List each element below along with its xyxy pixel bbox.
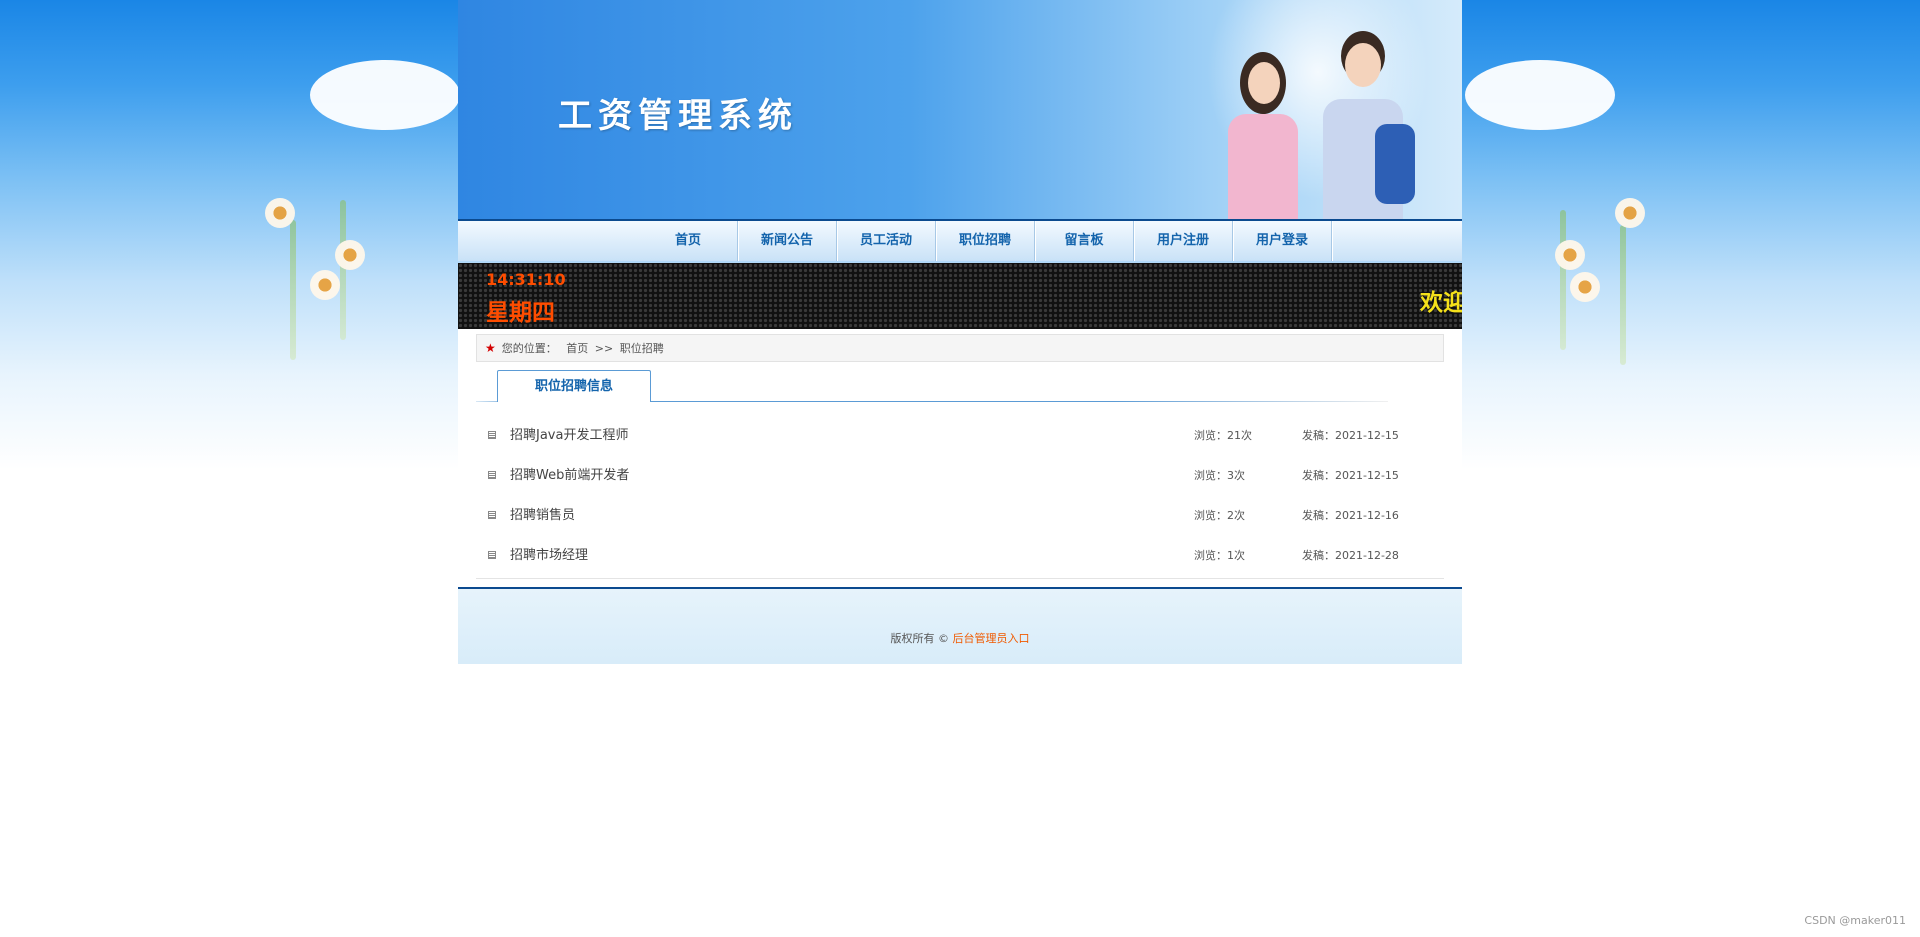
flower-decoration xyxy=(335,240,365,270)
nav-item-activities[interactable]: 员工活动 xyxy=(837,221,936,261)
post-date: 发稿：2021-12-16 xyxy=(1302,509,1399,522)
nav-item-news[interactable]: 新闻公告 xyxy=(738,221,837,261)
list-item[interactable]: 招聘市场经理 浏览：1次 发稿：2021-12-28 xyxy=(476,536,1444,576)
leaf-decoration xyxy=(1620,225,1626,365)
watermark: CSDN @maker011 xyxy=(1804,914,1906,927)
footer: 版权所有 © 后台管理员入口 xyxy=(458,587,1462,664)
leaf-decoration xyxy=(1560,210,1566,350)
document-icon xyxy=(488,511,496,519)
student-boy-illustration xyxy=(1313,29,1415,219)
page-container: 工资管理系统 首页 新闻公告 员工活动 职位招聘 留言板 用户注册 用户登录 1… xyxy=(458,0,1462,664)
cloud-decoration xyxy=(1465,60,1615,130)
cloud-decoration xyxy=(310,60,460,130)
breadcrumb-home-link[interactable]: 首页 xyxy=(566,342,588,355)
list-item[interactable]: 招聘销售员 浏览：2次 发稿：2021-12-16 xyxy=(476,496,1444,536)
job-list: 招聘Java开发工程师 浏览：21次 发稿：2021-12-15 招聘Web前端… xyxy=(476,416,1444,576)
student-girl-illustration xyxy=(1218,44,1308,219)
flower-decoration xyxy=(1570,272,1600,302)
star-icon: ★ xyxy=(485,341,496,355)
view-count: 浏览：21次 xyxy=(1194,429,1252,442)
job-title-link[interactable]: 招聘市场经理 xyxy=(510,536,588,576)
admin-entry-link[interactable]: 后台管理员入口 xyxy=(953,632,1030,645)
leaf-decoration xyxy=(340,200,346,340)
nav-item-messages[interactable]: 留言板 xyxy=(1035,221,1134,261)
post-date: 发稿：2021-12-15 xyxy=(1302,429,1399,442)
site-title: 工资管理系统 xyxy=(558,96,798,136)
document-icon xyxy=(488,471,496,479)
document-icon xyxy=(488,431,496,439)
job-title-link[interactable]: 招聘销售员 xyxy=(510,496,575,536)
flower-decoration xyxy=(1615,198,1645,228)
list-item[interactable]: 招聘Java开发工程师 浏览：21次 发稿：2021-12-15 xyxy=(476,416,1444,456)
nav-item-login[interactable]: 用户登录 xyxy=(1233,221,1332,261)
breadcrumb-prefix: 您的位置： xyxy=(501,342,557,355)
clock-weekday: 星期四 xyxy=(486,300,555,326)
footer-text-line: 版权所有 © 后台管理员入口 xyxy=(458,630,1462,646)
main-content: ★ 您的位置： 首页 >> 职位招聘 职位招聘信息 招聘Java开发工程师 浏览：… xyxy=(458,329,1462,579)
tab-job-info[interactable]: 职位招聘信息 xyxy=(497,370,651,402)
view-count: 浏览：2次 xyxy=(1194,509,1245,522)
post-date: 发稿：2021-12-28 xyxy=(1302,549,1399,562)
marquee-text: 欢迎 xyxy=(1420,290,1462,316)
led-ticker: 14:31:10 星期四 欢迎 xyxy=(458,263,1462,329)
post-date: 发稿：2021-12-15 xyxy=(1302,469,1399,482)
copyright-text: 版权所有 © xyxy=(890,632,950,645)
view-count: 浏览：3次 xyxy=(1194,469,1245,482)
main-nav: 首页 新闻公告 员工活动 职位招聘 留言板 用户注册 用户登录 xyxy=(458,219,1462,261)
list-item[interactable]: 招聘Web前端开发者 浏览：3次 发稿：2021-12-15 xyxy=(476,456,1444,496)
view-count: 浏览：1次 xyxy=(1194,549,1245,562)
header-banner: 工资管理系统 xyxy=(458,0,1462,219)
breadcrumb: ★ 您的位置： 首页 >> 职位招聘 xyxy=(476,334,1444,362)
flower-decoration xyxy=(1555,240,1585,270)
nav-item-register[interactable]: 用户注册 xyxy=(1134,221,1233,261)
document-icon xyxy=(488,551,496,559)
job-title-link[interactable]: 招聘Web前端开发者 xyxy=(510,456,629,496)
list-divider xyxy=(476,578,1444,579)
leaf-decoration xyxy=(290,220,296,360)
nav-item-home[interactable]: 首页 xyxy=(639,221,738,261)
flower-decoration xyxy=(310,270,340,300)
section-tabbar: 职位招聘信息 xyxy=(476,370,1444,402)
job-title-link[interactable]: 招聘Java开发工程师 xyxy=(510,416,628,456)
breadcrumb-separator: >> xyxy=(594,342,614,355)
clock-time: 14:31:10 xyxy=(486,270,566,289)
nav-item-jobs[interactable]: 职位招聘 xyxy=(936,221,1035,261)
breadcrumb-current: 职位招聘 xyxy=(619,342,664,355)
flower-decoration xyxy=(265,198,295,228)
